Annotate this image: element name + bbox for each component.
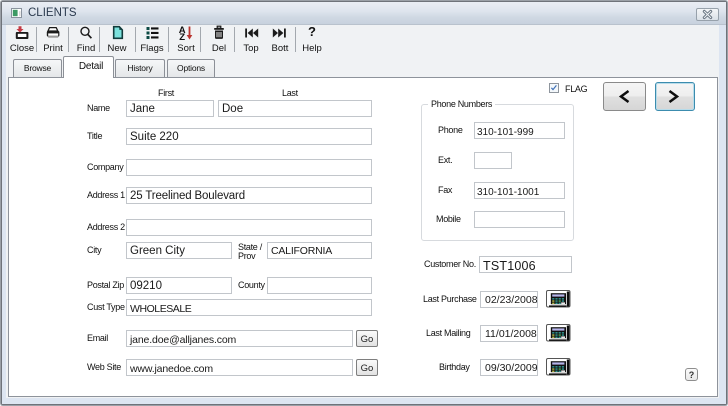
svg-text:Z: Z: [179, 32, 185, 41]
